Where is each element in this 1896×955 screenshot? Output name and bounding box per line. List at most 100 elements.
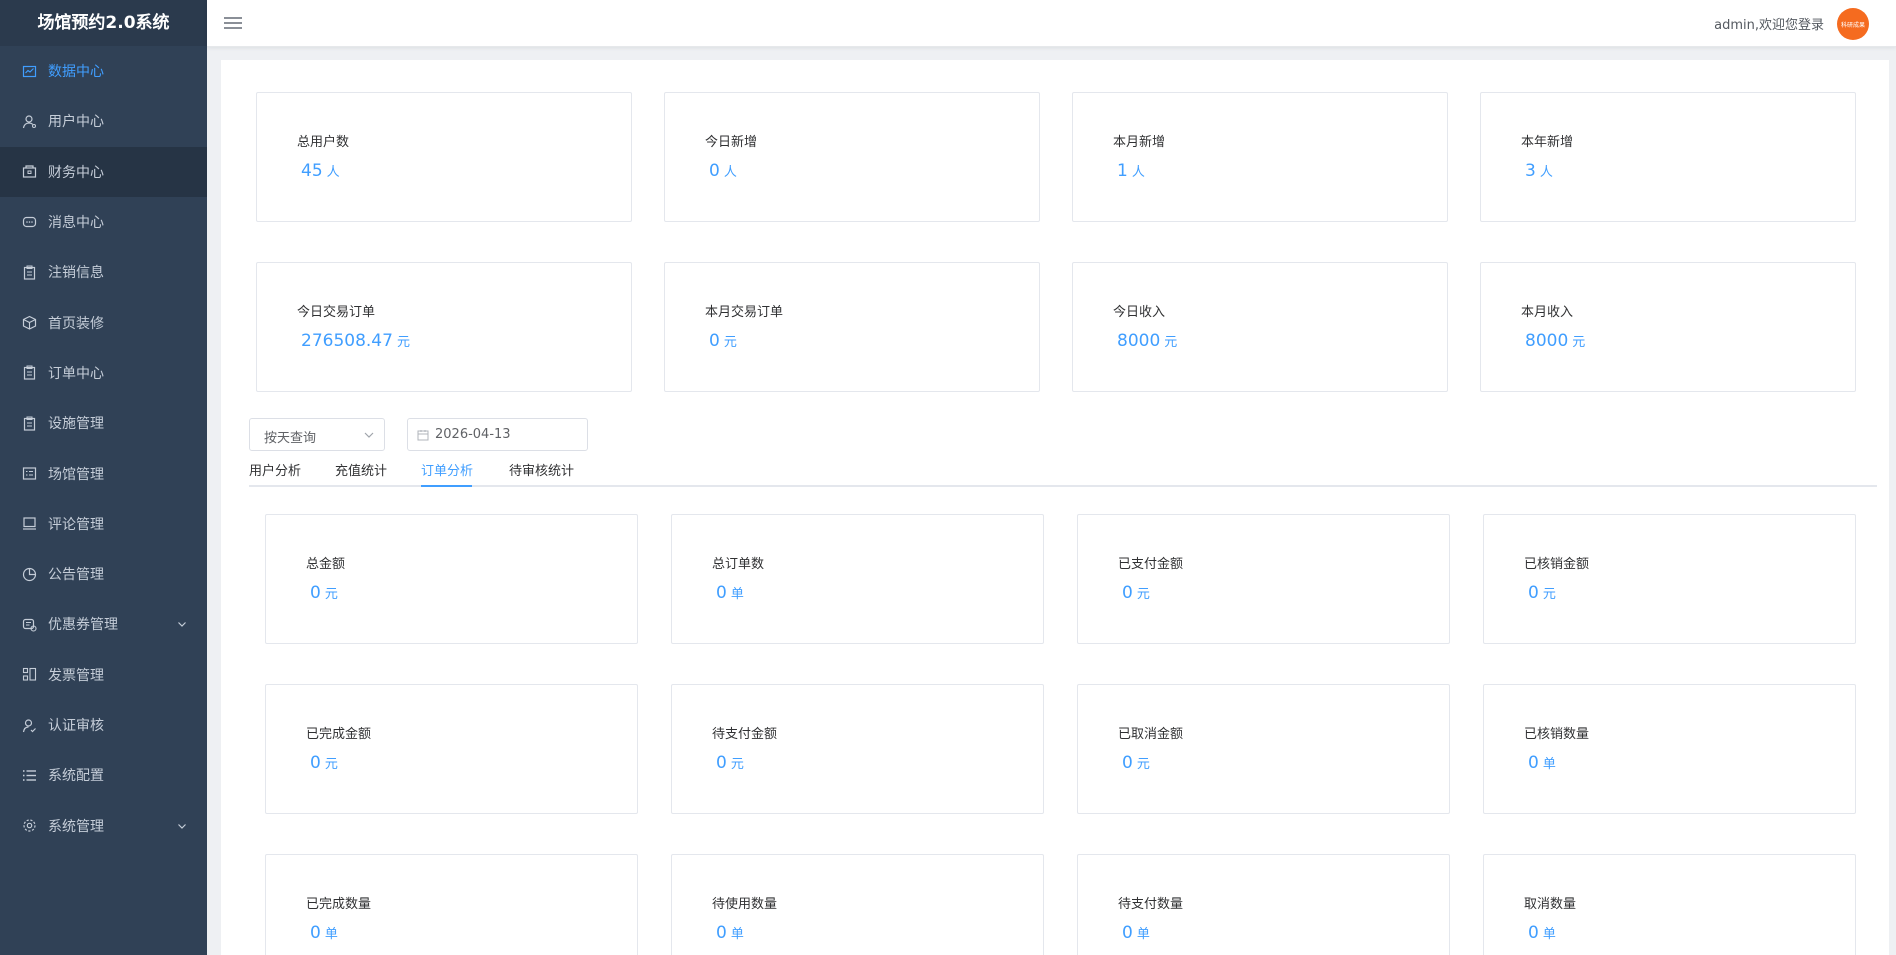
sidebar-item-label: 财务中心 bbox=[48, 164, 104, 181]
clipboard-icon bbox=[22, 416, 37, 431]
sidebar-item-7[interactable]: 设施管理 bbox=[0, 398, 207, 448]
sidebar-item-label: 认证审核 bbox=[48, 718, 104, 734]
stat-value: 45 人 bbox=[301, 161, 340, 181]
sidebar-item-3[interactable]: 消息中心 bbox=[0, 197, 207, 247]
stat-value: 8000 元 bbox=[1117, 331, 1177, 351]
stat-unit: 人 bbox=[326, 165, 340, 180]
sidebar-item-label: 评论管理 bbox=[48, 516, 104, 533]
wallet-icon bbox=[22, 164, 37, 179]
tab-1[interactable]: 充值统计 bbox=[335, 460, 387, 487]
stat-unit: 单 bbox=[730, 587, 744, 602]
sidebar-item-0[interactable]: 数据中心 bbox=[0, 46, 207, 96]
tab-2[interactable]: 订单分析 bbox=[421, 460, 473, 487]
stat-number: 0 bbox=[716, 923, 727, 943]
order-stat-card: 已取消金额 0 元 bbox=[1077, 684, 1450, 814]
stat-number: 0 bbox=[310, 753, 321, 773]
tab-0[interactable]: 用户分析 bbox=[249, 460, 301, 487]
sidebar-item-5[interactable]: 首页装修 bbox=[0, 297, 207, 347]
stat-label: 今日交易订单 bbox=[297, 305, 376, 320]
query-type-value: 按天查询 bbox=[264, 431, 317, 446]
stat-value: 8000 元 bbox=[1525, 331, 1585, 351]
stat-number: 0 bbox=[709, 161, 720, 181]
stat-unit: 单 bbox=[730, 927, 744, 942]
sidebar-item-8[interactable]: 场馆管理 bbox=[0, 448, 207, 498]
sidebar-item-15[interactable]: 系统管理 bbox=[0, 800, 207, 850]
stat-label: 已完成金额 bbox=[306, 727, 372, 742]
sidebar-item-label: 公告管理 bbox=[48, 567, 104, 584]
box-icon bbox=[22, 315, 37, 330]
sidebar-item-9[interactable]: 评论管理 bbox=[0, 499, 207, 549]
stat-label: 已完成数量 bbox=[306, 897, 372, 912]
stat-value: 1人 bbox=[1117, 161, 1145, 181]
monitor-icon bbox=[22, 516, 37, 531]
stat-number: 0 bbox=[1528, 753, 1539, 773]
sidebar-item-6[interactable]: 订单中心 bbox=[0, 348, 207, 398]
stat-label: 已核销数量 bbox=[1524, 727, 1590, 742]
stat-number: 0 bbox=[716, 583, 727, 603]
order-stat-card: 取消数量 0 单 bbox=[1483, 854, 1856, 955]
sidebar-item-4[interactable]: 注销信息 bbox=[0, 247, 207, 297]
stat-label: 已核销金额 bbox=[1524, 557, 1590, 572]
stat-number: 0 bbox=[1528, 923, 1539, 943]
stat-number: 276508.47 bbox=[301, 331, 393, 351]
stat-value: 0元 bbox=[1122, 583, 1150, 603]
user-stat-card: 总用户数 45 人 bbox=[256, 92, 632, 222]
user-stat-card: 本年新增 3 人 bbox=[1480, 92, 1856, 222]
sidebar-item-label: 发票管理 bbox=[48, 667, 104, 684]
user-stat-card: 本月新增 1 人 bbox=[1072, 92, 1448, 222]
date-value: 2026-04-13 bbox=[435, 427, 511, 442]
tab-3[interactable]: 待审核统计 bbox=[509, 460, 574, 487]
stat-number: 0 bbox=[1122, 583, 1133, 603]
clipboard-icon bbox=[22, 365, 37, 381]
stat-unit: 单 bbox=[324, 927, 338, 942]
stat-number: 0 bbox=[1122, 923, 1133, 943]
stat-value: 0元 bbox=[310, 583, 338, 603]
sidebar-item-label: 注销信息 bbox=[48, 265, 104, 282]
stat-label: 待使用数量 bbox=[712, 897, 778, 912]
sidebar-item-13[interactable]: 认证审核 bbox=[0, 700, 207, 750]
pie-icon bbox=[22, 567, 37, 582]
top-header: admin,欢迎您登录 科研成果 bbox=[207, 0, 1896, 47]
sidebar-item-14[interactable]: 系统配置 bbox=[0, 750, 207, 800]
hamburger-icon[interactable] bbox=[224, 14, 242, 32]
stat-number: 8000 bbox=[1117, 331, 1161, 351]
stat-label: 取消数量 bbox=[1524, 897, 1577, 912]
query-type-select[interactable]: 按天查询 bbox=[249, 418, 385, 451]
date-picker[interactable]: 2026-04-13 bbox=[407, 418, 588, 451]
chevron-down-icon bbox=[178, 622, 186, 628]
order-stat-card: 已完成数量 0 单 bbox=[265, 854, 638, 955]
stat-unit: 元 bbox=[396, 335, 410, 350]
sidebar-item-label: 优惠券管理 bbox=[48, 617, 118, 634]
order-stat-card: 已核销数量 0 单 bbox=[1483, 684, 1856, 814]
stat-value: 0单 bbox=[716, 583, 744, 603]
stat-unit: 元 bbox=[730, 757, 744, 772]
clipboard-icon bbox=[22, 265, 37, 280]
stat-number: 0 bbox=[310, 583, 321, 603]
sidebar-item-label: 订单中心 bbox=[48, 365, 104, 382]
order-stat-card: 已支付金额 0 元 bbox=[1077, 514, 1450, 644]
stat-unit: 单 bbox=[1136, 927, 1150, 942]
stat-value: 0单 bbox=[310, 923, 338, 943]
sidebar-item-label: 系统管理 bbox=[48, 818, 104, 835]
user-icon bbox=[22, 114, 37, 129]
stat-unit: 元 bbox=[1572, 335, 1586, 350]
sidebar-item-12[interactable]: 发票管理 bbox=[0, 650, 207, 700]
order-stat-card: 待支付数量 0 单 bbox=[1077, 854, 1450, 955]
order-stat-card: 待支付金额 0 元 bbox=[671, 684, 1044, 814]
sidebar-item-2[interactable]: 财务中心 bbox=[0, 146, 207, 197]
stat-label: 本月新增 bbox=[1113, 135, 1166, 150]
stat-label: 本月交易订单 bbox=[705, 305, 784, 320]
tab-label: 充值统计 bbox=[335, 464, 388, 479]
sidebar-item-11[interactable]: 优惠券管理 bbox=[0, 599, 207, 649]
sidebar-item-1[interactable]: 用户中心 bbox=[0, 96, 207, 146]
sidebar-item-10[interactable]: 公告管理 bbox=[0, 549, 207, 599]
stat-label: 本年新增 bbox=[1521, 135, 1574, 150]
avatar[interactable]: 科研成果 bbox=[1837, 8, 1869, 40]
chart-icon bbox=[22, 64, 37, 79]
stat-label: 已支付金额 bbox=[1118, 557, 1184, 572]
stat-value: 0元 bbox=[1528, 583, 1556, 603]
stat-number: 0 bbox=[709, 331, 720, 351]
stat-value: 3人 bbox=[1525, 161, 1553, 181]
main-content: 总用户数 45 人今日新增 0 人本月新增 1 人本年新增 3 人今日交易订单 276508.47… bbox=[221, 60, 1889, 955]
sidebar-item-label: 系统配置 bbox=[48, 768, 104, 785]
